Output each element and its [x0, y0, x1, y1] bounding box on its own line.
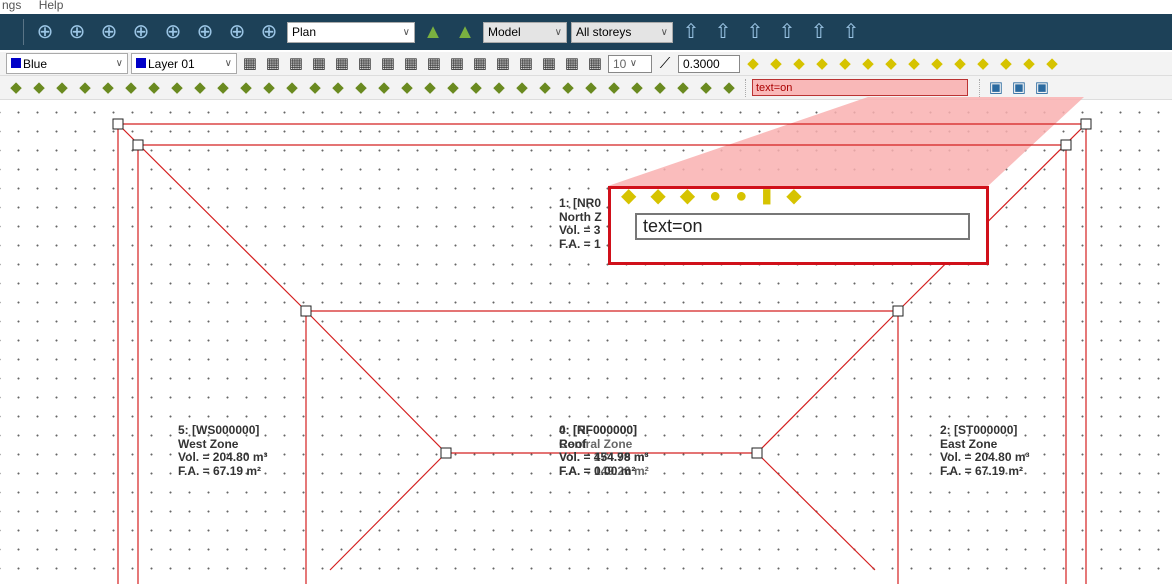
magnified-toolbar-icons: ◆◆◆●●▮◆	[621, 186, 816, 207]
magnified-command-input: text=on	[635, 213, 970, 240]
vertex-handle[interactable]	[1080, 118, 1092, 130]
vertex-handle[interactable]	[1060, 139, 1072, 151]
vertex-handle[interactable]	[440, 447, 452, 459]
zone-label-central: 4: [NF000000] Central Zone Vol. = 174.79 m…	[559, 423, 649, 478]
vertex-handle[interactable]	[132, 139, 144, 151]
zone-label-east: 2: [ST000000] East Zone Vol. = 204.80 m³ F.…	[940, 423, 1030, 478]
vertex-handle[interactable]	[751, 447, 763, 459]
vertex-handle[interactable]	[112, 118, 124, 130]
magnifier-highlight	[608, 97, 1084, 186]
geometry-layer	[112, 97, 1092, 584]
vertex-handle[interactable]	[300, 305, 312, 317]
vertex-handle[interactable]	[892, 305, 904, 317]
magnifier-callout: ◆◆◆●●▮◆ text=on	[608, 186, 989, 265]
zone-label-north: 1: [NR0 North Z Vol. = 3 F.A. = 1	[559, 196, 602, 251]
zone-label-west: 5: [WS000000] West Zone Vol. = 204.80 m³ F.…	[178, 423, 268, 478]
